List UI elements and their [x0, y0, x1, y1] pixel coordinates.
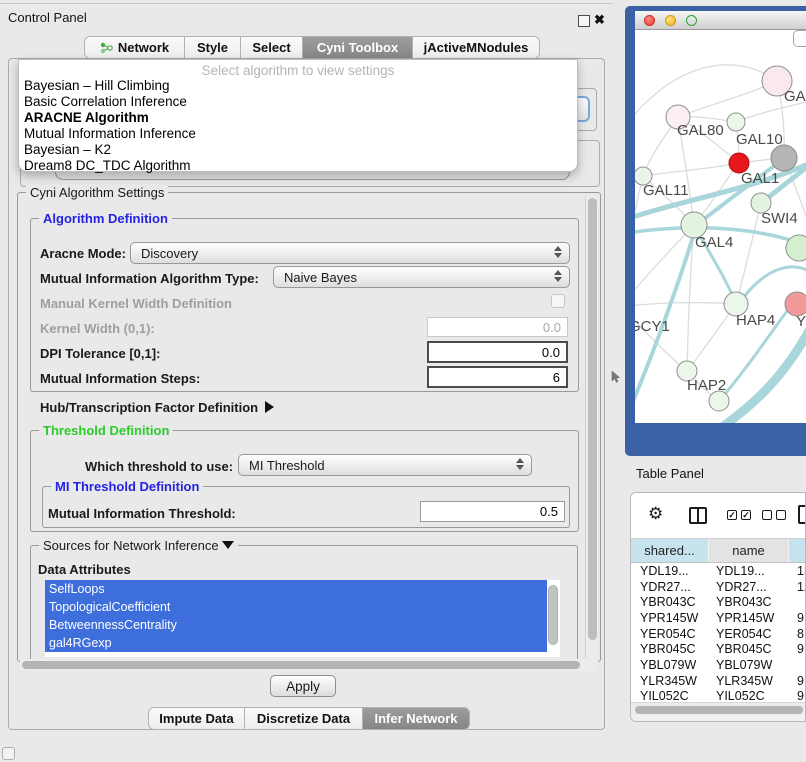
cell-shared-name: YPR145W	[631, 611, 712, 625]
cell-value: 9.	[794, 642, 806, 656]
cell-shared-name: YER054C	[631, 627, 712, 641]
algorithm-option[interactable]: Basic Correlation Inference	[19, 94, 577, 110]
cell-shared-name: YDR27...	[631, 580, 712, 594]
cell-name: YLR345W	[712, 674, 794, 688]
algorithm-option[interactable]: Mutual Information Inference	[19, 126, 577, 142]
select-all-checkboxes-icon[interactable]: ✓✓	[727, 510, 751, 520]
table-row[interactable]: YBL079W YBL079W	[631, 657, 806, 673]
cell-value: 9.	[794, 674, 806, 688]
column-header-partial[interactable]	[789, 539, 806, 562]
algorithm-option-list: Bayesian – Hill ClimbingBasic Correlatio…	[19, 78, 577, 174]
table-panel-title: Table Panel	[636, 466, 704, 481]
cell-value: 13	[794, 564, 806, 578]
cell-shared-name: YBR045C	[631, 642, 712, 656]
cell-shared-name: YIL052C	[631, 689, 712, 702]
table-row[interactable]: YPR145W YPR145W 9.	[631, 610, 806, 626]
desktop: { "window": { "title": "Control Panel" }…	[0, 0, 806, 762]
algorithm-option[interactable]: Bayesian – K2	[19, 142, 577, 158]
column-header-name[interactable]: name	[709, 539, 789, 562]
columns-icon[interactable]	[689, 507, 707, 524]
gear-icon[interactable]: ⚙	[648, 504, 663, 524]
cell-name: YBL079W	[712, 658, 794, 672]
cell-shared-name: YDL19...	[631, 564, 712, 578]
cell-name: YDL19...	[712, 564, 794, 578]
table-horizontal-scrollbar[interactable]	[631, 702, 806, 715]
algorithm-option[interactable]: Bayesian – Hill Climbing	[19, 78, 577, 94]
cell-value: 9.	[794, 689, 806, 702]
table-row[interactable]: YBR045C YBR045C 9.	[631, 641, 806, 657]
cell-shared-name: YLR345W	[631, 674, 712, 688]
cell-value: 8.	[794, 627, 806, 641]
cell-value: 12	[794, 580, 806, 594]
cell-name: YER054C	[712, 627, 794, 641]
algorithm-option[interactable]: ARACNE Algorithm	[19, 110, 577, 126]
algorithm-option[interactable]: Dream8 DC_TDC Algorithm	[19, 158, 577, 174]
cell-value: 9.	[794, 611, 806, 625]
cell-shared-name: YBL079W	[631, 658, 712, 672]
scrollbar-thumb[interactable]	[635, 706, 803, 714]
table-body: YDL19... YDL19... 13 YDR27... YDR27... 1…	[631, 563, 806, 702]
cell-name: YPR145W	[712, 611, 794, 625]
table-header-row: shared... name	[631, 539, 806, 563]
table-toolbar: ⚙ ✓✓	[631, 493, 806, 539]
dropdown-placeholder: Select algorithm to view settings	[19, 63, 577, 78]
table-row[interactable]: YIL052C YIL052C 9.	[631, 689, 806, 703]
table-panel-card: ⚙ ✓✓ shared... name YDL19... YDL19... 13	[630, 492, 806, 722]
table-row[interactable]: YBR043C YBR043C	[631, 594, 806, 610]
cell-name: YIL052C	[712, 689, 794, 702]
cell-shared-name: YBR043C	[631, 595, 712, 609]
table-row[interactable]: YDR27... YDR27... 12	[631, 579, 806, 595]
cell-name: YBR045C	[712, 642, 794, 656]
table-row[interactable]: YER054C YER054C 8.	[631, 626, 806, 642]
table-row[interactable]: YDL19... YDL19... 13	[631, 563, 806, 579]
file-icon[interactable]	[798, 505, 806, 524]
algorithm-dropdown-popup: Select algorithm to view settings Bayesi…	[18, 59, 578, 172]
cell-name: YBR043C	[712, 595, 794, 609]
table-footer	[631, 715, 806, 722]
column-header-shared-name[interactable]: shared...	[631, 539, 709, 562]
cell-name: YDR27...	[712, 580, 794, 594]
table-row[interactable]: YLR345W YLR345W 9.	[631, 673, 806, 689]
deselect-all-checkboxes-icon[interactable]	[762, 510, 786, 520]
